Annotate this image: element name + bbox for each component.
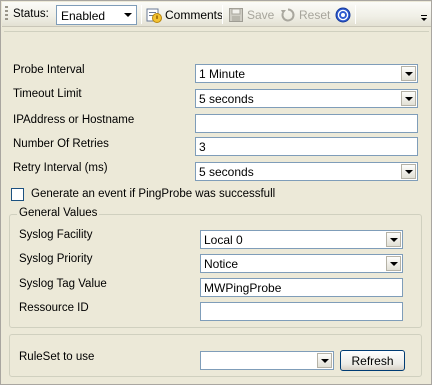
probe-form: Probe Interval 1 Minute Timeout Limit 5 …: [4, 31, 429, 384]
syslog-tag-label: Syslog Tag Value: [19, 278, 107, 290]
toolbar: Status: Enabled Comments Save Reset: [2, 2, 431, 27]
retry-interval-select[interactable]: 5 seconds: [195, 162, 418, 181]
syslog-priority-value: Notice: [204, 257, 239, 271]
resource-id-input[interactable]: [200, 302, 403, 321]
ip-address-input[interactable]: [195, 114, 418, 133]
status-dropdown[interactable]: Enabled: [56, 5, 137, 25]
syslog-tag-value: MWPingProbe: [204, 281, 282, 295]
syslog-facility-value: Local 0: [204, 233, 243, 247]
chevron-down-icon: [421, 15, 427, 21]
toolbar-grip[interactable]: [5, 6, 8, 22]
toolbar-overflow-button[interactable]: [419, 6, 429, 23]
chevron-down-icon[interactable]: [121, 7, 135, 23]
refresh-label: Refresh: [351, 353, 394, 368]
resource-id-label: Ressource ID: [19, 302, 89, 314]
syslog-priority-label: Syslog Priority: [19, 253, 93, 265]
chevron-down-icon[interactable]: [317, 353, 332, 368]
reset-button[interactable]: Reset: [280, 4, 330, 25]
save-button[interactable]: Save: [228, 4, 274, 25]
general-values-title: General Values: [17, 207, 100, 219]
ruleset-label: RuleSet to use: [19, 351, 95, 363]
comments-button[interactable]: Comments: [146, 4, 223, 25]
chevron-down-icon[interactable]: [401, 91, 416, 106]
probe-interval-value: 1 Minute: [199, 67, 246, 81]
reset-label: Reset: [299, 7, 331, 22]
ruleset-select[interactable]: [200, 351, 334, 370]
status-value: Enabled: [61, 9, 106, 23]
timeout-limit-select[interactable]: 5 seconds: [195, 89, 418, 108]
comments-label: Comments: [165, 7, 224, 22]
syslog-priority-select[interactable]: Notice: [200, 254, 403, 273]
chevron-down-icon[interactable]: [386, 232, 401, 247]
chevron-down-icon[interactable]: [386, 256, 401, 271]
ip-address-label: IPAddress or Hostname: [13, 114, 135, 126]
syslog-facility-select[interactable]: Local 0: [200, 230, 403, 249]
retry-interval-label: Retry Interval (ms): [13, 162, 108, 174]
refresh-button[interactable]: Refresh: [340, 350, 405, 371]
probe-interval-select[interactable]: 1 Minute: [195, 64, 418, 83]
general-values-group: General Values Syslog Facility Local 0 S…: [9, 207, 422, 328]
generate-event-checkbox[interactable]: [11, 188, 24, 201]
timeout-limit-label: Timeout Limit: [13, 88, 82, 100]
probe-interval-label: Probe Interval: [13, 64, 85, 76]
floppy-disk-icon: [229, 7, 243, 22]
comments-icon: [146, 8, 162, 23]
retry-interval-value: 5 seconds: [199, 165, 254, 179]
reset-icon: [281, 8, 295, 21]
toolbar-separator: [355, 5, 356, 24]
chevron-down-icon[interactable]: [401, 164, 416, 179]
ruleset-group: RuleSet to use Refresh: [9, 334, 422, 377]
help-button[interactable]: [335, 4, 354, 25]
probe-settings-window: Status: Enabled Comments Save Reset Prob…: [0, 0, 432, 385]
status-label: Status:: [13, 8, 49, 20]
syslog-tag-input[interactable]: MWPingProbe: [200, 278, 403, 297]
retries-input[interactable]: 3: [195, 137, 418, 156]
save-label: Save: [247, 7, 275, 22]
chevron-down-icon[interactable]: [401, 66, 416, 81]
toolbar-separator: [141, 5, 142, 24]
generate-event-label: Generate an event if PingProbe was succe…: [31, 188, 276, 200]
divider: [4, 31, 429, 32]
syslog-facility-label: Syslog Facility: [19, 229, 93, 241]
retries-label: Number Of Retries: [13, 138, 109, 150]
toolbar-separator: [222, 5, 223, 24]
retries-value: 3: [199, 140, 206, 154]
timeout-limit-value: 5 seconds: [199, 92, 254, 106]
help-icon: [335, 7, 351, 22]
